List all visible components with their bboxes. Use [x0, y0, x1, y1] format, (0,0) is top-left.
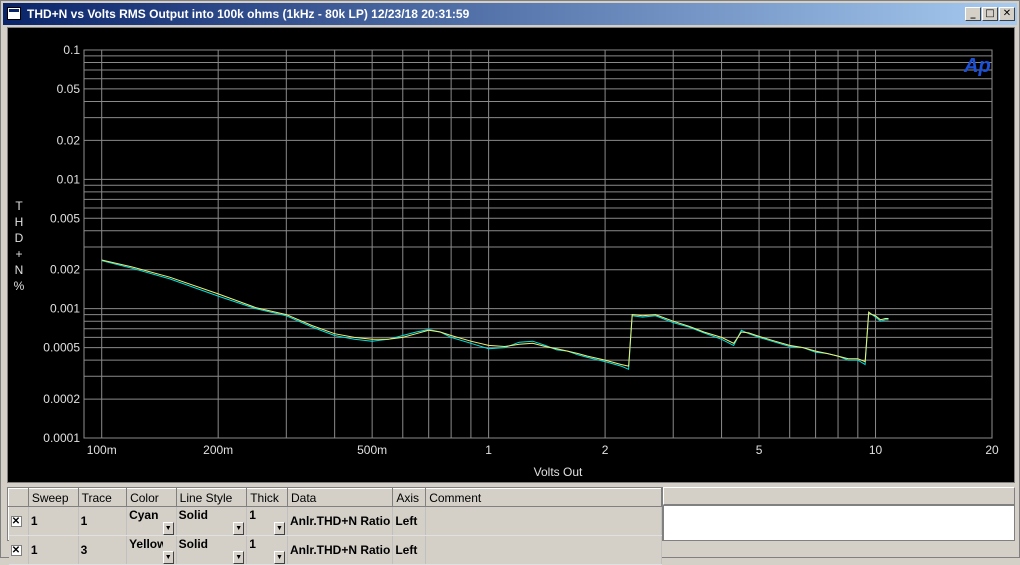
dropdown-arrow-icon[interactable]: ▼: [274, 521, 285, 535]
col-header-axis[interactable]: Axis: [392, 488, 427, 507]
color-value: Cyan: [129, 507, 159, 522]
cell-axis[interactable]: Left: [392, 535, 427, 565]
col-header-line-style[interactable]: Line Style: [175, 488, 248, 507]
thd-chart[interactable]: 100m 200m 500m 1 2 5 10 20 0.1 0.05 0.02 0.01 0.005 0…: [8, 28, 1014, 482]
color-value: Yellow: [129, 536, 164, 551]
close-button[interactable]: ✕: [999, 7, 1015, 21]
y-axis-label-letter: N: [15, 263, 24, 277]
x-axis-label: Volts Out: [534, 465, 583, 479]
cell-data[interactable]: Anlr.THD+N Ratio: [287, 506, 394, 536]
cell-trace[interactable]: 1: [78, 506, 128, 536]
cell-comment[interactable]: [425, 506, 662, 536]
col-header-color[interactable]: Color: [126, 488, 177, 507]
y-tick-label: 0.1: [63, 43, 80, 57]
y-tick-label: 0.005: [50, 211, 80, 225]
col-header-sweep[interactable]: Sweep: [27, 488, 79, 507]
x-tick-label: 1: [485, 443, 492, 457]
maximize-button[interactable]: □: [982, 7, 998, 21]
y-axis-label-letter: %: [14, 279, 25, 293]
dropdown-arrow-icon[interactable]: ▼: [233, 521, 245, 535]
cell-sweep[interactable]: 1: [28, 535, 79, 565]
thick-value: 1: [249, 536, 256, 551]
table-row[interactable]: ✕ 1 1 Cyan ▼ Solid ▼ 1 ▼ Anlr.THD+N Ratio L…: [8, 506, 662, 536]
y-tick-label: 0.002: [50, 263, 80, 277]
row-select[interactable]: ✕: [8, 506, 29, 536]
thick-value: 1: [249, 507, 256, 522]
dropdown-arrow-icon[interactable]: ▼: [274, 550, 285, 564]
checkbox[interactable]: ✕: [10, 516, 22, 528]
cell-axis[interactable]: Left: [392, 506, 427, 536]
cell-trace[interactable]: 3: [78, 535, 128, 565]
y-tick-label: 0.0005: [43, 341, 80, 355]
table-header-row: Sweep Trace Color Line Style Thick Data …: [8, 488, 662, 507]
col-header-data[interactable]: Data: [286, 488, 394, 507]
col-header-select: [8, 488, 29, 507]
y-axis-label-letter: H: [15, 215, 24, 229]
line-style-value: Solid: [178, 536, 208, 551]
cell-line-style[interactable]: Solid ▼: [176, 535, 248, 565]
cell-comment[interactable]: [425, 535, 662, 565]
cell-sweep[interactable]: 1: [28, 506, 79, 536]
x-tick-label: 200m: [203, 443, 233, 457]
graph-panel[interactable]: 100m 200m 500m 1 2 5 10 20 0.1 0.05 0.02 0.01 0.005 0…: [7, 27, 1015, 483]
line-style-value: Solid: [178, 507, 208, 522]
x-tick-label: 500m: [357, 443, 387, 457]
plot-area: [83, 49, 993, 439]
dropdown-arrow-icon[interactable]: ▼: [162, 521, 174, 535]
x-tick-label: 2: [602, 443, 609, 457]
cell-thick[interactable]: 1 ▼: [246, 506, 288, 536]
dropdown-arrow-icon[interactable]: ▼: [233, 550, 245, 564]
y-axis-label-letter: T: [15, 199, 23, 213]
dropdown-arrow-icon[interactable]: ▼: [162, 550, 174, 564]
trace-table: Sweep Trace Color Line Style Thick Data …: [7, 487, 663, 565]
checkbox[interactable]: ✕: [10, 545, 22, 557]
cell-line-style[interactable]: Solid ▼: [176, 506, 248, 536]
col-header-thick[interactable]: Thick: [246, 488, 288, 507]
col-header-comment[interactable]: Comment: [425, 488, 662, 507]
cell-data[interactable]: Anlr.THD+N Ratio: [287, 535, 394, 565]
table-body-filler: [663, 505, 1015, 541]
title-bar[interactable]: THD+N vs Volts RMS Output into 100k ohms…: [3, 3, 1017, 25]
window-icon[interactable]: [7, 7, 21, 20]
minimize-button[interactable]: _: [965, 7, 981, 21]
table-header-filler: [663, 487, 1015, 505]
table-row[interactable]: ✕ 1 3 Yellow ▼ Solid ▼ 1 ▼ Anlr.THD+N Ratio…: [8, 535, 662, 565]
row-select[interactable]: ✕: [8, 535, 29, 565]
y-axis-label-letter: +: [15, 247, 22, 261]
cell-thick[interactable]: 1 ▼: [246, 535, 288, 565]
y-tick-label: 0.02: [57, 133, 81, 147]
ap-logo: Ap: [963, 55, 991, 77]
x-tick-label: 20: [985, 443, 999, 457]
y-tick-label: 0.01: [57, 172, 81, 186]
y-tick-label: 0.0001: [43, 431, 80, 445]
x-tick-label: 10: [869, 443, 883, 457]
x-tick-label: 100m: [87, 443, 117, 457]
cell-color[interactable]: Cyan ▼: [126, 506, 177, 536]
y-tick-label: 0.0002: [43, 392, 80, 406]
application-window: THD+N vs Volts RMS Output into 100k ohms…: [0, 0, 1020, 565]
y-axis-label-letter: D: [15, 231, 24, 245]
table-blank-area: [663, 487, 1015, 541]
window-title: THD+N vs Volts RMS Output into 100k ohms…: [27, 7, 470, 21]
y-tick-label: 0.05: [57, 82, 81, 96]
cell-color[interactable]: Yellow ▼: [126, 535, 177, 565]
x-tick-label: 5: [756, 443, 763, 457]
col-header-trace[interactable]: Trace: [77, 488, 128, 507]
y-tick-label: 0.001: [50, 302, 80, 316]
